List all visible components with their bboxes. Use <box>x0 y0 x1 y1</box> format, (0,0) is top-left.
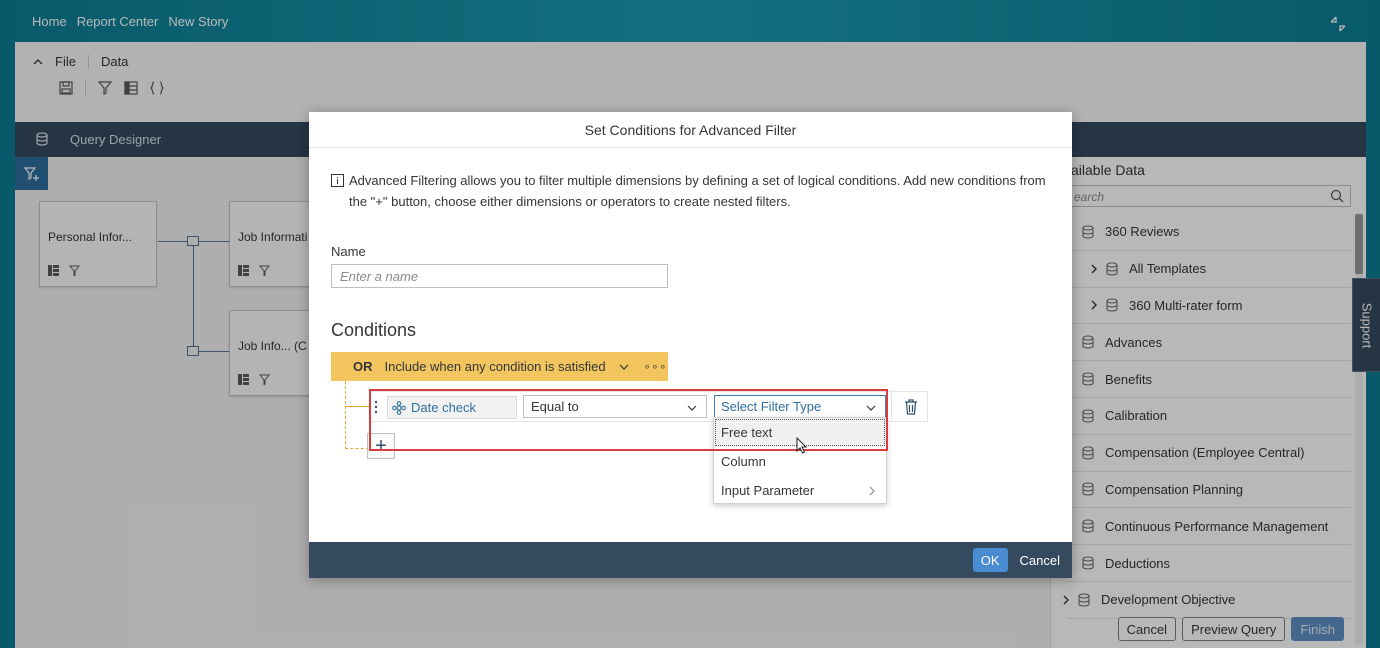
conditions-title: Conditions <box>331 320 417 340</box>
dimension-chip[interactable]: Date check <box>387 396 517 419</box>
chevron-down-icon <box>687 405 697 411</box>
drag-handle-icon[interactable] <box>374 400 378 414</box>
tree-connector <box>345 406 369 407</box>
dimension-label: Date check <box>411 400 477 415</box>
dialog-footer: OK Cancel <box>309 542 1072 578</box>
or-description: Include when any condition is satisfied <box>384 359 606 374</box>
delete-condition-button[interactable] <box>891 392 929 422</box>
option-label: Input Parameter <box>721 483 815 498</box>
tree-connector <box>345 381 346 449</box>
dialog-title: Set Conditions for Advanced Filter <box>309 112 1072 148</box>
info-message: Advanced Filtering allows you to filter … <box>331 170 1051 212</box>
info-icon <box>331 174 344 187</box>
chevron-down-icon <box>866 405 876 411</box>
filter-type-placeholder: Select Filter Type <box>721 399 822 414</box>
dimension-icon <box>392 400 406 415</box>
operator-select[interactable]: Equal to <box>523 395 707 418</box>
or-operator-bar[interactable]: OR Include when any condition is satisfi… <box>331 352 668 381</box>
or-label: OR <box>353 359 373 374</box>
name-label: Name <box>331 244 366 259</box>
advanced-filter-dialog: Set Conditions for Advanced Filter Advan… <box>309 112 1072 578</box>
option-free-text[interactable]: Free text <box>714 418 886 447</box>
operator-value: Equal to <box>531 399 579 414</box>
tree-connector <box>345 448 369 449</box>
option-input-parameter[interactable]: Input Parameter <box>714 476 886 505</box>
chevron-down-icon[interactable] <box>618 361 630 373</box>
filter-type-dropdown: Free text Column Input Parameter <box>713 417 887 504</box>
info-text: Advanced Filtering allows you to filter … <box>349 173 1046 209</box>
ok-button[interactable]: OK <box>972 548 1008 572</box>
option-column[interactable]: Column <box>714 447 886 476</box>
chevron-right-icon <box>869 486 875 496</box>
add-condition-button[interactable]: + <box>367 433 395 459</box>
more-options-icon[interactable]: ∘∘∘ <box>644 360 668 373</box>
dialog-cancel-button[interactable]: Cancel <box>1018 548 1062 572</box>
trash-icon <box>904 399 917 415</box>
name-input[interactable] <box>331 264 668 288</box>
filter-type-select[interactable]: Select Filter Type <box>714 395 886 418</box>
